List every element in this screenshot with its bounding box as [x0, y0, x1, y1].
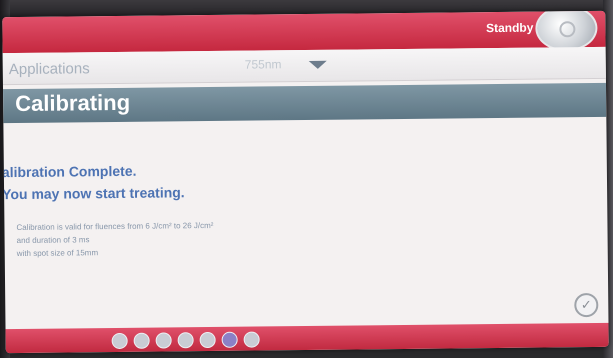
page-dot[interactable]: [177, 332, 194, 349]
calibration-message: alibration Complete. You may now start t…: [2, 159, 185, 205]
page-title: Calibrating: [15, 89, 131, 117]
confirm-check-button[interactable]: ✓: [574, 292, 599, 318]
page-dot[interactable]: [155, 332, 172, 349]
details-line-3: with spot size of 15mm: [16, 248, 99, 259]
page-dot[interactable]: [199, 331, 216, 349]
status-text: Standby: [485, 20, 534, 36]
bottom-bar: [5, 322, 609, 354]
application-bar: Applications 755nm: [2, 46, 606, 86]
page-dot[interactable]: [221, 331, 238, 348]
calibration-panel: alibration Complete. You may now start t…: [2, 117, 608, 323]
calibration-details: Calibration is valid for fluences from 6…: [16, 219, 213, 260]
applications-tab[interactable]: Applications: [9, 60, 90, 78]
wavelength-value: 755nm: [244, 57, 282, 72]
details-line-1: Calibration is valid for fluences from 6…: [16, 220, 214, 233]
message-line-2: You may now start treating.: [2, 184, 185, 203]
page-dot[interactable]: [111, 332, 128, 350]
page-indicator: [111, 331, 260, 350]
message-line-1: alibration Complete.: [2, 162, 137, 181]
wavelength-dropdown[interactable]: 755nm: [233, 55, 343, 76]
chevron-down-icon: [308, 60, 327, 69]
standby-button[interactable]: [535, 10, 598, 52]
page-dot[interactable]: [243, 331, 260, 348]
device-screen: Standby Applications 755nm Calibrating a…: [2, 10, 609, 354]
checkmark-icon: ✓: [580, 297, 592, 313]
power-icon: [559, 21, 576, 38]
page-dot[interactable]: [133, 332, 150, 349]
